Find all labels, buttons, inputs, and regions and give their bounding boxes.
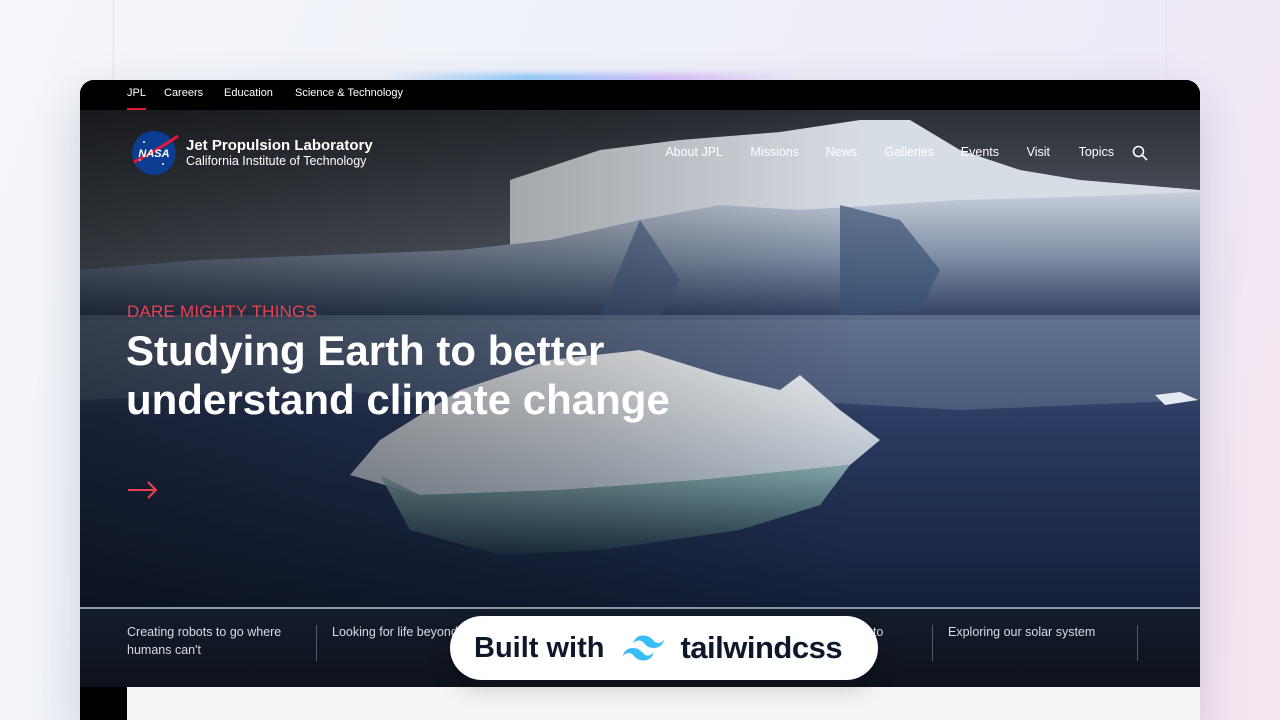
nasa-meatball-icon: NASA	[132, 131, 179, 175]
nav-visit[interactable]: Visit	[1027, 145, 1050, 159]
nav-about-jpl[interactable]: About JPL	[665, 145, 723, 159]
badge-name: tailwindcss	[680, 630, 843, 665]
utility-nav-science-technology[interactable]: Science & Technology	[295, 87, 403, 99]
jpl-logo[interactable]: NASA Jet Propulsion Laboratory Californi…	[130, 130, 373, 176]
hero-headline[interactable]: Studying Earth to better understand clim…	[126, 326, 686, 424]
arrow-right-icon[interactable]	[127, 480, 159, 500]
nasa-logo-text: NASA	[138, 148, 169, 160]
nav-events[interactable]: Events	[961, 145, 999, 159]
topic-divider	[1137, 625, 1138, 661]
built-with-tailwind-badge[interactable]: Built with tailwindcss	[450, 616, 878, 680]
badge-prefix: Built with	[474, 631, 605, 664]
logo-text: Jet Propulsion Laboratory California Ins…	[186, 137, 373, 169]
guide-line-left	[113, 0, 114, 80]
topic-divider	[316, 625, 317, 661]
nav-galleries[interactable]: Galleries	[885, 145, 934, 159]
nav-news[interactable]: News	[826, 145, 857, 159]
utility-nav-careers[interactable]: Careers	[164, 87, 203, 99]
nav-missions[interactable]: Missions	[750, 145, 799, 159]
topic-solar-system[interactable]: Exploring our solar system	[948, 623, 1138, 661]
tailwind-logo-icon	[623, 635, 665, 661]
content-card	[127, 687, 1200, 720]
topic-robots[interactable]: Creating robots to go where humans can't	[127, 623, 317, 661]
hero-eyebrow: DARE MIGHTY THINGS	[127, 302, 317, 321]
topic-divider	[932, 625, 933, 661]
utility-nav-jpl[interactable]: JPL	[127, 87, 146, 110]
search-icon[interactable]	[1132, 145, 1148, 161]
hero-section: NASA Jet Propulsion Laboratory Californi…	[80, 110, 1200, 608]
utility-nav-education[interactable]: Education	[224, 87, 273, 99]
utility-nav: JPL Careers Education Science & Technolo…	[80, 80, 1200, 110]
guide-line-right	[1166, 0, 1167, 80]
logo-title: Jet Propulsion Laboratory	[186, 137, 373, 154]
logo-subtitle: California Institute of Technology	[186, 154, 367, 168]
nav-topics[interactable]: Topics	[1079, 145, 1114, 159]
